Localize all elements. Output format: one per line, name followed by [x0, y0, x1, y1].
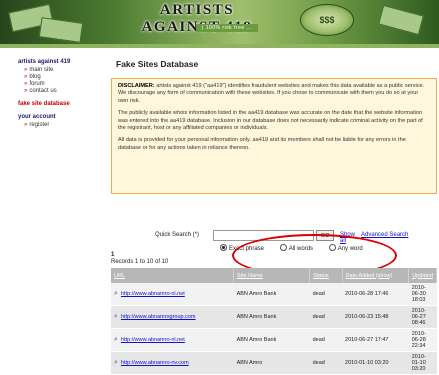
site-name: ABN Amro Bank — [233, 305, 310, 329]
site-url-link[interactable]: http://www.abnamro-nl.net — [121, 337, 185, 343]
main-content: Fake Sites Database DISCLAIMER: artists … — [100, 48, 439, 375]
date-added: 2010-06-27 17:47 — [342, 328, 409, 352]
sidebar-item-fake-site-database[interactable]: fake site database — [18, 101, 70, 107]
date-updated: 2010-06-27 08:46 — [408, 305, 437, 329]
disclaimer-label: DISCLAIMER: — [118, 83, 155, 89]
money-bill-image — [38, 17, 84, 43]
quick-search-label: Quick Search (*) — [155, 232, 200, 238]
money-bill-image — [378, 4, 424, 36]
go-button[interactable]: GO — [316, 230, 334, 241]
sidebar-item-contact[interactable]: contact us — [24, 88, 56, 94]
site-url-link[interactable]: http://www.abnamro-nv.com — [121, 360, 189, 366]
magnifier-icon[interactable]: ⌕ — [114, 359, 118, 366]
site-name: ABN Amro Bank — [233, 283, 310, 306]
column-header-site-name[interactable]: Site Name — [233, 268, 311, 283]
advanced-search-link[interactable]: Advanced Search — [361, 232, 408, 238]
disclaimer-whois-text: The publicly available whois information… — [118, 110, 423, 132]
sidebar-heading[interactable]: artists against 419 — [18, 59, 70, 65]
date-updated: 2010-01-10 03:20 — [408, 351, 437, 375]
radio-exact-phrase[interactable]: Exact phrase — [220, 244, 271, 252]
site-name: ABN Amro Bank — [233, 328, 310, 352]
date-added: 2010-06-28 17:46 — [342, 283, 409, 306]
page-title: Fake Sites Database — [116, 59, 199, 69]
radio-selected-icon[interactable] — [220, 244, 227, 251]
sidebar-item-blog[interactable]: blog — [24, 74, 40, 80]
table-row: ⌕ http://www.abnamro-nl.net ABN Amro Bank… — [111, 328, 437, 352]
status: dead — [309, 328, 343, 352]
site-url-link[interactable]: http://www.abnamro-nl.net — [121, 291, 185, 297]
table-row: ⌕ http://www.abnamro-nl.net ABN Amro Bank… — [111, 283, 437, 306]
sidebar-account-heading[interactable]: your account — [18, 114, 56, 120]
column-header-status[interactable]: Status — [309, 268, 343, 283]
site-banner: ARTISTS AGAINST 419 | 100% risk free ...… — [0, 0, 439, 44]
date-updated: 2010-06-28 22:34 — [408, 328, 437, 352]
site-tagline: | 100% risk free ... — [196, 24, 259, 32]
date-updated: 2010-06-30 18:03 — [408, 283, 437, 306]
magnifier-icon[interactable]: ⌕ — [114, 336, 118, 343]
radio-all-words[interactable]: All words — [279, 244, 320, 252]
table-row: ⌕ http://www.abnamro-nv.com ABN Amro dead… — [111, 351, 437, 375]
date-added: 2010-01-10 03:20 — [342, 351, 409, 375]
magnifier-icon[interactable]: ⌕ — [114, 290, 118, 297]
money-logo: $$$ — [300, 4, 354, 36]
magnifier-icon[interactable]: ⌕ — [114, 313, 118, 320]
date-added: 2010-06-23 15:48 — [342, 305, 409, 329]
quick-search-input[interactable] — [213, 230, 314, 241]
show-all-link[interactable]: Show all — [340, 232, 355, 244]
column-header-updated[interactable]: Updated — [408, 268, 437, 283]
sidebar-item-register[interactable]: register — [24, 122, 49, 128]
status: dead — [309, 283, 343, 306]
disclaimer-liability-text: All data is provided for your personal i… — [118, 137, 406, 151]
site-name: ABN Amro — [233, 351, 310, 375]
records-count: Records 1 to 10 of 10 — [111, 259, 169, 265]
status: dead — [309, 351, 343, 375]
search-mode-options: Exact phrase All words Any word — [220, 244, 377, 252]
sidebar: artists against 419 main site blog forum… — [0, 48, 100, 316]
pagination[interactable]: 1 — [111, 252, 114, 258]
column-header-date-added[interactable]: Date Added (show) — [342, 268, 410, 283]
radio-any-word[interactable]: Any word — [328, 244, 370, 252]
column-header-url[interactable]: URL — [111, 268, 235, 283]
disclaimer-text: artists against 419 ("aa419") identifies… — [118, 83, 425, 104]
sidebar-item-forum[interactable]: forum — [24, 81, 44, 87]
site-url-link[interactable]: http://www.abnamrogroup.com — [121, 314, 196, 320]
radio-icon[interactable] — [328, 244, 336, 251]
status: dead — [309, 305, 343, 329]
sidebar-item-main-site[interactable]: main site — [24, 67, 53, 73]
disclaimer-box: DISCLAIMER: artists against 419 ("aa419"… — [111, 78, 437, 194]
table-row: ⌕ http://www.abnamrogroup.com ABN Amro Ba… — [111, 305, 437, 329]
radio-icon[interactable] — [279, 244, 287, 251]
results-table: URL Site Name Status Date Added (show) U… — [111, 268, 437, 375]
